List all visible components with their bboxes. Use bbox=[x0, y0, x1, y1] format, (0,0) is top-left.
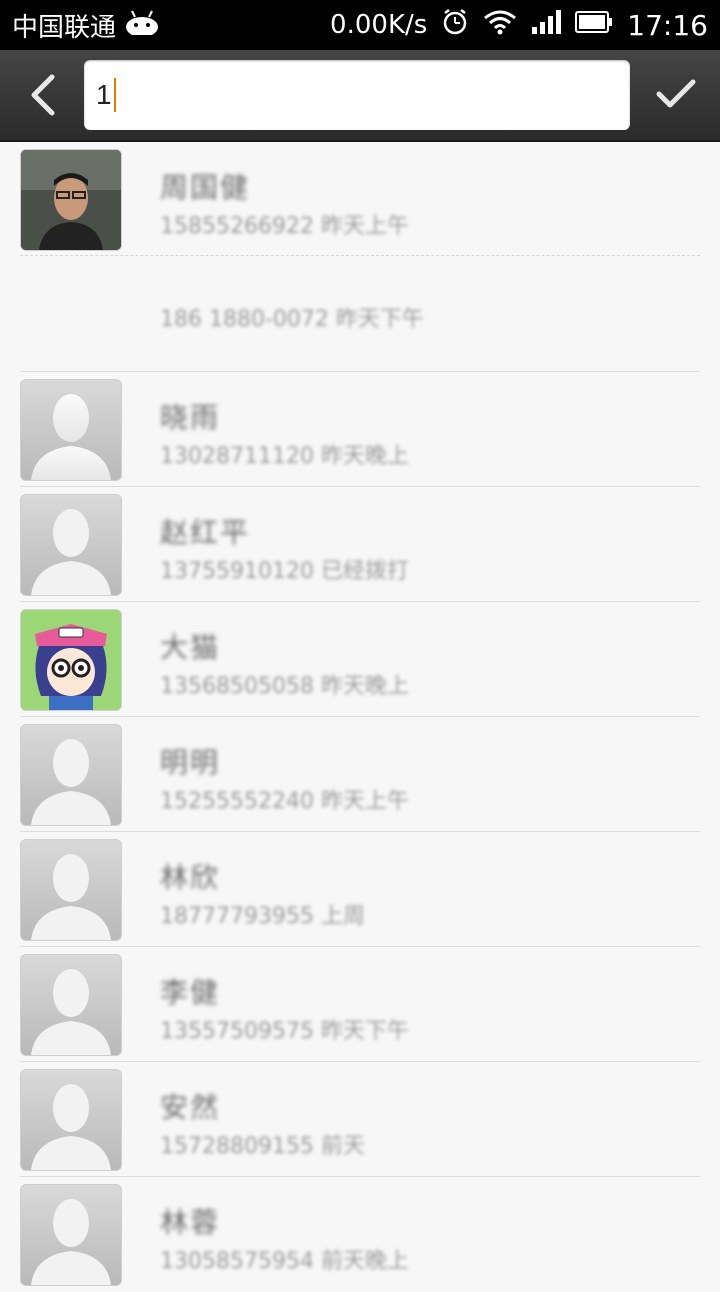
contact-row[interactable]: 林蓉 13058575954 前天晚上 bbox=[0, 1177, 720, 1292]
contact-detail: 15255552240 昨天上午 bbox=[160, 789, 409, 814]
avatar bbox=[20, 494, 122, 596]
android-icon bbox=[124, 9, 160, 42]
status-bar: 中国联通 0.00K/s 17:16 bbox=[0, 0, 720, 50]
checkmark-icon bbox=[656, 79, 696, 108]
contact-detail: 13755910120 已经拨打 bbox=[160, 559, 409, 584]
network-speed: 0.00K/s bbox=[330, 10, 428, 40]
carrier-label: 中国联通 bbox=[12, 12, 117, 43]
contact-row[interactable]: 186 1880-0072 昨天下午 bbox=[0, 257, 720, 372]
contact-detail: 13028711120 昨天晚上 bbox=[160, 444, 409, 469]
contact-detail: 13557509575 昨天下午 bbox=[160, 1019, 409, 1044]
back-button[interactable] bbox=[18, 68, 68, 122]
contact-name: 明明 bbox=[160, 746, 221, 779]
avatar bbox=[20, 839, 122, 941]
contact-detail: 186 1880-0072 昨天下午 bbox=[160, 307, 424, 332]
search-input[interactable]: 1 bbox=[84, 60, 630, 130]
contact-row[interactable]: 晓雨 13028711120 昨天晚上 bbox=[0, 372, 720, 487]
avatar bbox=[20, 1184, 122, 1286]
contact-name: 晓雨 bbox=[160, 401, 221, 434]
avatar bbox=[20, 954, 122, 1056]
contact-name: 大猫 bbox=[160, 631, 221, 664]
contact-name: 林欣 bbox=[160, 861, 221, 894]
confirm-button[interactable] bbox=[654, 72, 698, 116]
text-cursor bbox=[113, 78, 116, 112]
contact-row[interactable]: 林欣 18777793955 上周 bbox=[0, 832, 720, 947]
contact-row[interactable]: 周国健 15855266922 昨天上午 bbox=[0, 142, 720, 257]
contact-name: 周国健 bbox=[160, 171, 251, 204]
contact-detail: 15855266922 昨天上午 bbox=[160, 214, 409, 239]
avatar bbox=[20, 724, 122, 826]
contact-row[interactable]: 赵红平 13755910120 已经拨打 bbox=[0, 487, 720, 602]
contact-name: 李健 bbox=[160, 976, 221, 1009]
contact-name: 林蓉 bbox=[160, 1206, 221, 1239]
battery-icon bbox=[575, 10, 613, 40]
contact-row[interactable]: 大猫 13568505058 昨天晚上 bbox=[0, 602, 720, 717]
contact-name: 安然 bbox=[160, 1091, 221, 1124]
contact-list: 周国健 15855266922 昨天上午 186 1880-0072 昨天下午 … bbox=[0, 142, 720, 1292]
avatar bbox=[20, 1069, 122, 1171]
contact-detail: 18777793955 上周 bbox=[160, 904, 365, 929]
contact-row[interactable]: 李健 13557509575 昨天下午 bbox=[0, 947, 720, 1062]
contact-row[interactable]: 安然 15728809155 前天 bbox=[0, 1062, 720, 1177]
avatar bbox=[20, 609, 122, 711]
avatar bbox=[20, 379, 122, 481]
clock: 17:16 bbox=[627, 8, 708, 42]
contact-name: 赵红平 bbox=[160, 516, 251, 549]
search-query: 1 bbox=[96, 79, 112, 110]
avatar bbox=[20, 149, 122, 251]
contact-row[interactable]: 明明 15255552240 昨天上午 bbox=[0, 717, 720, 832]
wifi-icon bbox=[483, 9, 517, 42]
alarm-icon bbox=[441, 8, 469, 43]
contact-detail: 13568505058 昨天晚上 bbox=[160, 674, 409, 699]
contact-detail: 15728809155 前天 bbox=[160, 1134, 365, 1159]
contact-detail: 13058575954 前天晚上 bbox=[160, 1249, 409, 1274]
chevron-left-icon bbox=[31, 74, 55, 116]
search-toolbar: 1 bbox=[0, 50, 720, 142]
signal-icon bbox=[531, 9, 562, 42]
